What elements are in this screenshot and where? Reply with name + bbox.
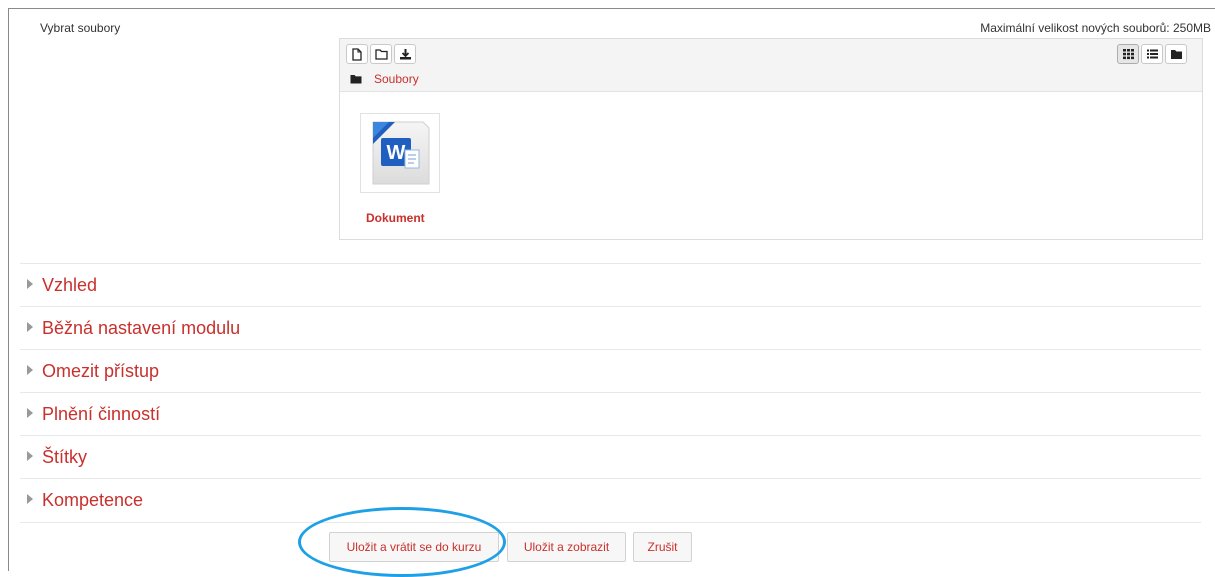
page-top-border <box>8 8 1215 9</box>
file-picker-toolbar: Soubory <box>340 39 1202 92</box>
caret-right-icon <box>27 451 33 461</box>
tree-view-icon <box>1171 50 1182 59</box>
section-competencies[interactable]: Kompetence <box>20 478 1201 523</box>
new-folder-button[interactable] <box>370 44 392 64</box>
section-label: Plnění činností <box>42 404 161 424</box>
caret-right-icon <box>27 322 33 332</box>
caret-right-icon <box>27 365 33 375</box>
new-file-icon <box>352 48 362 61</box>
section-appearance[interactable]: Vzhled <box>20 263 1201 307</box>
section-tags[interactable]: Štítky <box>20 435 1201 479</box>
files-field-label: Vybrat soubory <box>40 21 121 35</box>
breadcrumb-root-link[interactable]: Soubory <box>374 72 419 86</box>
max-file-size-note: Maximální velikost nových souborů: 250MB <box>980 21 1211 35</box>
save-and-display-button[interactable]: Uložit a zobrazit <box>507 532 626 562</box>
caret-right-icon <box>27 279 33 289</box>
svg-text:W: W <box>387 142 406 164</box>
highlight-ellipse <box>298 507 506 577</box>
section-label: Omezit přístup <box>42 361 160 381</box>
tree-view-button[interactable] <box>1165 44 1187 64</box>
file-picker: Soubory W Dokument <box>339 38 1203 240</box>
download-all-button[interactable] <box>394 44 416 64</box>
caret-right-icon <box>27 408 33 418</box>
page-left-border <box>8 8 9 571</box>
grid-view-icon <box>1123 49 1134 60</box>
caret-right-icon <box>27 494 33 504</box>
word-document-icon: W <box>372 121 430 185</box>
section-activity-completion[interactable]: Plnění činností <box>20 392 1201 436</box>
file-thumbnail[interactable]: W <box>360 113 440 193</box>
section-label: Štítky <box>42 447 88 467</box>
file-name-label[interactable]: Dokument <box>366 211 425 225</box>
new-folder-icon <box>375 49 388 60</box>
new-file-button[interactable] <box>346 44 368 64</box>
folder-icon <box>350 75 362 84</box>
section-common-module-settings[interactable]: Běžná nastavení modulu <box>20 306 1201 350</box>
section-label: Kompetence <box>42 490 144 510</box>
list-view-icon <box>1147 49 1158 59</box>
section-label: Vzhled <box>42 275 98 295</box>
list-view-button[interactable] <box>1141 44 1163 64</box>
section-restrict-access[interactable]: Omezit přístup <box>20 349 1201 393</box>
download-icon <box>400 49 411 60</box>
cancel-button[interactable]: Zrušit <box>633 532 692 562</box>
icon-view-button[interactable] <box>1117 44 1139 64</box>
section-label: Běžná nastavení modulu <box>42 318 241 338</box>
